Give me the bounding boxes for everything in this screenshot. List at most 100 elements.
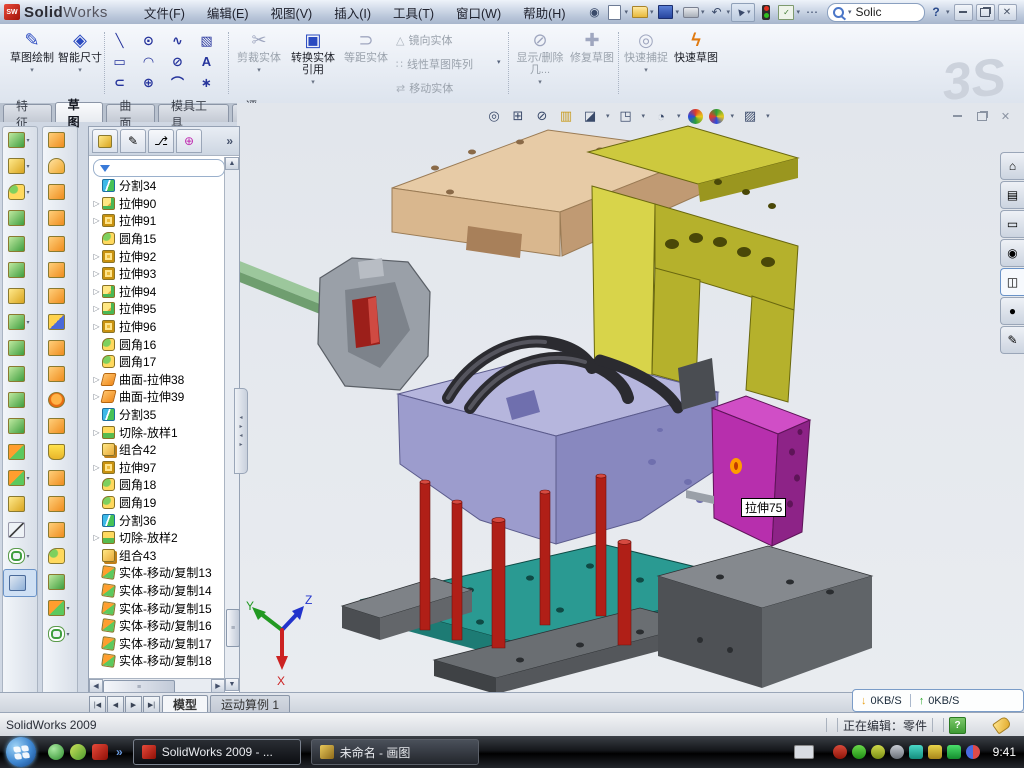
tree-item[interactable]: ▷ 分割35 bbox=[91, 406, 223, 424]
tree-item[interactable]: ▷ 实体-移动/复制15 bbox=[91, 599, 223, 617]
sketch-entity-icon[interactable]: ╲ bbox=[106, 30, 135, 51]
task-pane-tab[interactable]: ✎ bbox=[1000, 326, 1024, 354]
taskbar-window-button[interactable]: 未命名 - 画图 bbox=[311, 739, 479, 765]
quick-launch-icon[interactable] bbox=[48, 744, 64, 760]
tree-item[interactable]: ▷ 实体-移动/复制14 bbox=[91, 582, 223, 600]
tray-icon[interactable] bbox=[947, 745, 961, 759]
tree-item[interactable]: ▷ 实体-移动/复制13 bbox=[91, 564, 223, 582]
tree-item[interactable]: ▷ 分割34 bbox=[91, 177, 223, 195]
sketch-entity-icon[interactable]: ⊘ bbox=[164, 51, 193, 72]
tree-item[interactable]: ▷ 曲面-拉伸38 bbox=[91, 371, 223, 389]
linear-sketch-pattern-button[interactable]: ∷线性草图阵列 bbox=[396, 56, 473, 72]
model-tab[interactable]: 模型 bbox=[162, 695, 208, 713]
menu-item[interactable]: 工具(T) bbox=[383, 0, 444, 25]
propertymanager-tab-icon[interactable]: ✎ bbox=[120, 129, 146, 153]
status-help-icon[interactable]: ? bbox=[949, 717, 966, 734]
command-tab[interactable]: 模具工具 bbox=[158, 104, 229, 122]
feature-tool-button[interactable]: ▾ bbox=[3, 257, 35, 283]
tray-icon[interactable] bbox=[890, 745, 904, 759]
tree-item[interactable]: ▷ 圆角16 bbox=[91, 335, 223, 353]
display-style-icon[interactable]: ◪ bbox=[581, 107, 599, 125]
tree-item[interactable]: ▷ 分割36 bbox=[91, 511, 223, 529]
scroll-left-button[interactable]: ◀ bbox=[89, 679, 103, 693]
expand-arrow-icon[interactable]: ▷ bbox=[91, 322, 102, 331]
nav-last-button[interactable]: ▶| bbox=[143, 696, 160, 713]
sketch-entity-icon[interactable]: ▭ bbox=[106, 51, 135, 72]
zoom-in-out-icon[interactable]: ⊘ bbox=[533, 107, 551, 125]
feature-tool-button[interactable]: ▾ bbox=[3, 335, 35, 361]
surface-tool-button[interactable]: ▾ bbox=[43, 595, 75, 621]
model-part-magenta-right[interactable] bbox=[772, 420, 810, 546]
expand-arrow-icon[interactable]: ▷ bbox=[91, 304, 102, 313]
menu-item[interactable]: 窗口(W) bbox=[446, 0, 511, 25]
tree-item[interactable]: ▷ 圆角15 bbox=[91, 230, 223, 248]
hide-show-dropdown-icon[interactable]: ▾ bbox=[677, 112, 681, 120]
select-tool[interactable]: ▲▾ bbox=[731, 3, 755, 22]
feature-tool-button[interactable]: ▾ bbox=[3, 361, 35, 387]
feature-tool-button[interactable]: ▾ bbox=[3, 231, 35, 257]
expand-arrow-icon[interactable]: ▷ bbox=[91, 252, 102, 261]
help-icon[interactable]: ? bbox=[927, 4, 945, 21]
feature-tool-button[interactable]: ▾ bbox=[3, 439, 35, 465]
appearance-icon[interactable] bbox=[688, 109, 703, 124]
motion-study-tab[interactable]: 运动算例 1 bbox=[210, 695, 290, 713]
offset-entities-button[interactable]: ⊃ 等距实体 bbox=[344, 28, 388, 98]
tree-item[interactable]: ▷ 实体-移动/复制17 bbox=[91, 634, 223, 652]
tree-item[interactable]: ▷ 拉伸90 bbox=[91, 195, 223, 213]
help-dropdown-icon[interactable]: ▾ bbox=[946, 8, 950, 16]
app-restore-button[interactable] bbox=[976, 4, 995, 21]
tree-item[interactable]: ▷ 组合42 bbox=[91, 441, 223, 459]
model-canvas[interactable]: Y Z X bbox=[237, 103, 1024, 692]
display-style-dropdown-icon[interactable]: ▾ bbox=[606, 112, 610, 120]
open-dropdown-icon[interactable]: ▾ bbox=[650, 8, 654, 16]
options-icon[interactable]: ✓ bbox=[777, 4, 795, 21]
search-input[interactable]: Solic bbox=[856, 5, 882, 19]
surface-tool-button[interactable]: ▾ bbox=[43, 465, 75, 491]
surface-tool-button[interactable]: ▾ bbox=[43, 127, 75, 153]
surface-tool-button[interactable]: ▾ bbox=[43, 335, 75, 361]
dimxpert-tab-icon[interactable]: ⊕ bbox=[176, 129, 202, 153]
feature-tool-button[interactable]: ▾ bbox=[3, 387, 35, 413]
display-delete-relations-button[interactable]: ⊘ 显示/删除几...▾ bbox=[514, 28, 566, 98]
surface-tool-button[interactable]: ▾ bbox=[43, 569, 75, 595]
save-icon[interactable] bbox=[657, 4, 675, 21]
app-minimize-button[interactable] bbox=[954, 4, 973, 21]
view-settings-dropdown-icon[interactable]: ▾ bbox=[766, 112, 770, 120]
expand-arrow-icon[interactable]: ▷ bbox=[91, 269, 102, 278]
tray-icon[interactable] bbox=[966, 745, 980, 759]
nav-first-button[interactable]: |◀ bbox=[89, 696, 106, 713]
tree-item[interactable]: ▷ 拉伸94 bbox=[91, 283, 223, 301]
tree-item[interactable]: ▷ 实体-移动/复制18 bbox=[91, 652, 223, 670]
tray-icon[interactable] bbox=[909, 745, 923, 759]
model-part-bracket-leg-right[interactable] bbox=[746, 296, 794, 402]
featuremanager-tab-icon[interactable] bbox=[92, 129, 118, 153]
keyboard-layout-icon[interactable] bbox=[794, 745, 814, 759]
tray-icon[interactable] bbox=[852, 745, 866, 759]
feature-tool-button[interactable]: ▾ bbox=[3, 309, 35, 335]
save-dropdown-icon[interactable]: ▾ bbox=[676, 8, 680, 16]
nav-next-button[interactable]: ▶ bbox=[125, 696, 142, 713]
expand-arrow-icon[interactable]: ▷ bbox=[91, 463, 102, 472]
menu-item[interactable]: 文件(F) bbox=[134, 0, 195, 25]
feature-tool-button[interactable]: ▾ bbox=[3, 465, 35, 491]
surface-tool-button[interactable]: ▾ bbox=[43, 413, 75, 439]
sketch-entity-icon[interactable]: ⌒ bbox=[164, 72, 193, 93]
tree-item[interactable]: ▷ 圆角19 bbox=[91, 494, 223, 512]
scroll-down-button[interactable]: ▼ bbox=[225, 678, 239, 691]
surface-tool-button[interactable]: ▾ bbox=[43, 283, 75, 309]
convert-entities-button[interactable]: ▣ 转换实体引用▾ bbox=[286, 28, 340, 98]
scroll-thumb[interactable]: ≡ bbox=[226, 609, 240, 647]
surface-tool-button[interactable]: ▾ bbox=[43, 387, 75, 413]
quick-snaps-button[interactable]: ◎ 快速捕捉▾ bbox=[624, 28, 668, 98]
sketch-entity-icon[interactable]: ▧ bbox=[193, 30, 222, 51]
move-entities-button[interactable]: ⇄移动实体 bbox=[396, 80, 453, 96]
pin-icon[interactable]: ◉ bbox=[585, 4, 603, 21]
feature-tool-button[interactable]: ▾ bbox=[3, 153, 35, 179]
print-dropdown-icon[interactable]: ▾ bbox=[701, 8, 705, 16]
tag-icon[interactable] bbox=[992, 715, 1012, 734]
sketch-button[interactable]: ✎ 草图绘制▾ bbox=[8, 28, 56, 98]
panel-splitter-handle[interactable]: ◂▸◂▸ bbox=[234, 388, 248, 474]
tree-item[interactable]: ▷ 拉伸93 bbox=[91, 265, 223, 283]
tree-item[interactable]: ▷ 圆角17 bbox=[91, 353, 223, 371]
new-dropdown-icon[interactable]: ▾ bbox=[624, 8, 628, 16]
